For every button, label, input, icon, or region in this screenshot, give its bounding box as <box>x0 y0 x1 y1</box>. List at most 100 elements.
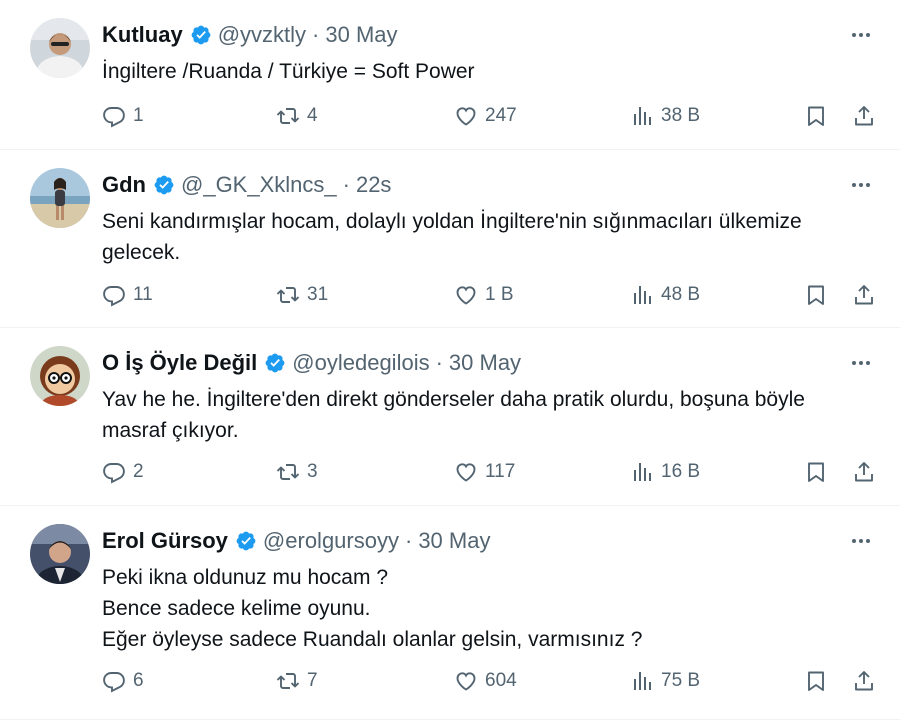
like-button[interactable]: 247 <box>454 101 517 131</box>
timestamp[interactable]: 30 May <box>325 22 397 48</box>
timestamp[interactable]: 30 May <box>418 528 490 554</box>
share-icon <box>855 106 873 126</box>
bookmark-icon <box>808 106 824 126</box>
like-count: 247 <box>485 105 517 126</box>
tweet-header: Kutluay @yvzktly · 30 May <box>102 22 398 48</box>
reply-icon <box>103 672 125 693</box>
tweet-text-line: gelecek. <box>102 241 181 264</box>
reply-count: 2 <box>133 461 144 482</box>
author-name[interactable]: Gdn <box>102 172 146 198</box>
retweet-count: 3 <box>307 461 318 482</box>
tweet-text-line: İngiltere /Ruanda / Türkiye = Soft Power <box>102 60 475 83</box>
tweet[interactable]: Erol Gürsoy @erolgursoyy · 30 May Peki i… <box>0 506 900 720</box>
views-button[interactable]: 38 B <box>630 101 700 131</box>
bookmark-button[interactable] <box>804 666 828 696</box>
author-handle[interactable]: @erolgursoyy <box>263 528 399 554</box>
author-name[interactable]: O İş Öyle Değil <box>102 350 257 376</box>
tweet-actions: 2 3 117 16 B <box>102 457 878 487</box>
reply-count: 6 <box>133 670 144 691</box>
author-handle[interactable]: @_GK_Xklncs_ <box>181 172 337 198</box>
views-count: 48 B <box>661 284 701 305</box>
avatar[interactable] <box>30 168 90 228</box>
separator-dot: · <box>342 172 350 197</box>
tweet-text-line: Yav he he. İngiltere'den direkt gönderse… <box>102 388 805 411</box>
share-button[interactable] <box>852 280 876 310</box>
verified-badge-icon <box>265 353 285 373</box>
tweet-header: O İş Öyle Değil @oyledegilois · 30 May <box>102 350 521 376</box>
views-button[interactable]: 16 B <box>630 457 700 487</box>
timestamp[interactable]: 22s <box>356 172 391 198</box>
reply-icon <box>103 107 125 128</box>
bookmark-icon <box>808 462 824 482</box>
retweet-button[interactable]: 31 <box>276 280 328 310</box>
reply-button[interactable]: 2 <box>102 457 144 487</box>
retweet-button[interactable]: 4 <box>276 101 318 131</box>
author-name[interactable]: Erol Gürsoy <box>102 528 228 554</box>
tweet-text: Yav he he. İngiltere'den direkt gönderse… <box>102 384 882 446</box>
verified-badge-icon <box>154 175 174 195</box>
like-icon <box>456 672 476 691</box>
bookmark-button[interactable] <box>804 101 828 131</box>
like-button[interactable]: 604 <box>454 666 517 696</box>
reply-icon <box>103 286 125 307</box>
tweet-header: Gdn @_GK_Xklncs_ · 22s <box>102 172 391 198</box>
reply-button[interactable]: 11 <box>102 280 153 310</box>
tweet-text-line: Seni kandırmışlar hocam, dolaylı yoldan … <box>102 210 802 233</box>
like-button[interactable]: 1 B <box>454 280 514 310</box>
author-handle[interactable]: @oyledegilois <box>292 350 429 376</box>
views-button[interactable]: 48 B <box>630 280 700 310</box>
share-button[interactable] <box>852 457 876 487</box>
tweet-header: Erol Gürsoy @erolgursoyy · 30 May <box>102 528 490 554</box>
share-button[interactable] <box>852 666 876 696</box>
views-icon <box>634 286 651 304</box>
tweet-actions: 1 4 247 38 B <box>102 101 878 131</box>
views-count: 38 B <box>661 105 701 126</box>
tweet-text-line: masraf çıkıyor. <box>102 419 239 442</box>
author-name[interactable]: Kutluay <box>102 22 183 48</box>
like-count: 117 <box>485 461 516 482</box>
more-icon[interactable] <box>848 350 874 376</box>
bookmark-button[interactable] <box>804 457 828 487</box>
verified-badge-icon <box>191 25 211 45</box>
reply-button[interactable]: 1 <box>102 101 144 131</box>
like-icon <box>456 286 476 305</box>
like-icon <box>456 463 476 482</box>
like-count: 604 <box>485 670 517 691</box>
separator-dot: · <box>312 22 320 47</box>
avatar[interactable] <box>30 346 90 406</box>
bookmark-button[interactable] <box>804 280 828 310</box>
retweet-count: 4 <box>307 105 318 126</box>
retweet-button[interactable]: 3 <box>276 457 318 487</box>
timestamp[interactable]: 30 May <box>449 350 521 376</box>
like-button[interactable]: 117 <box>454 457 515 487</box>
views-count: 16 B <box>661 461 701 482</box>
tweet[interactable]: Kutluay @yvzktly · 30 May İngiltere /Rua… <box>0 0 900 150</box>
separator-dot: · <box>435 350 443 375</box>
like-count: 1 B <box>485 284 514 305</box>
retweet-button[interactable]: 7 <box>276 666 318 696</box>
bookmark-icon <box>808 285 824 305</box>
share-button[interactable] <box>852 101 876 131</box>
avatar[interactable] <box>30 18 90 78</box>
tweet-text-line: Peki ikna oldunuz mu hocam ? <box>102 566 388 589</box>
share-icon <box>855 462 873 482</box>
more-icon[interactable] <box>848 22 874 48</box>
more-icon[interactable] <box>848 528 874 554</box>
reply-count: 11 <box>133 284 153 305</box>
author-handle[interactable]: @yvzktly <box>218 22 306 48</box>
reply-button[interactable]: 6 <box>102 666 144 696</box>
separator-dot: · <box>404 528 413 553</box>
more-icon[interactable] <box>848 172 874 198</box>
retweet-icon <box>276 287 300 303</box>
views-icon <box>634 463 651 481</box>
tweet-text: Seni kandırmışlar hocam, dolaylı yoldan … <box>102 206 882 268</box>
tweet[interactable]: Gdn @_GK_Xklncs_ · 22s Seni kandırmışlar… <box>0 150 900 328</box>
retweet-icon <box>276 108 300 124</box>
share-icon <box>855 671 873 691</box>
views-button[interactable]: 75 B <box>630 666 700 696</box>
share-icon <box>855 285 873 305</box>
views-count: 75 B <box>661 670 701 691</box>
retweet-icon <box>276 464 300 480</box>
tweet[interactable]: O İş Öyle Değil @oyledegilois · 30 May Y… <box>0 328 900 506</box>
avatar[interactable] <box>30 524 90 584</box>
